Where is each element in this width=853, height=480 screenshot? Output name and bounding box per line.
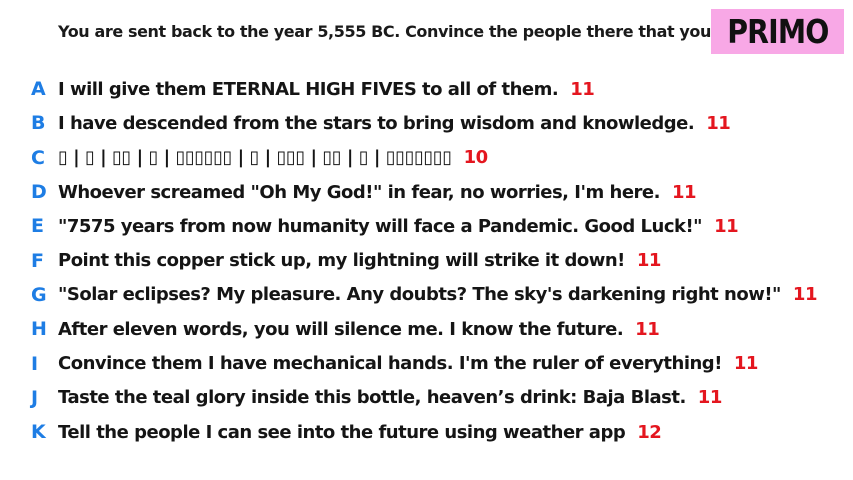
answer-row-d: D Whoever screamed "Oh My God!" in fear,…	[0, 175, 853, 209]
answer-letter: A	[31, 78, 46, 101]
word-count: 12	[637, 421, 662, 443]
answer-row-i: I Convince them I have mechanical hands.…	[0, 346, 853, 380]
answer-letter: K	[31, 421, 46, 444]
answer-letter: C	[31, 146, 45, 169]
word-count: 10	[463, 147, 489, 169]
word-count: 11	[635, 318, 660, 340]
answer-row-g: G "Solar eclipses? My pleasure. Any doub…	[0, 278, 853, 312]
answer-text: Whoever screamed "Oh My God!" in fear, n…	[58, 181, 697, 203]
word-count: 11	[570, 78, 595, 100]
answer-letter: D	[31, 181, 47, 204]
word-count: 11	[714, 215, 739, 237]
answer-text: Point this copper stick up, my lightning…	[58, 250, 662, 272]
word-count: 11	[733, 353, 759, 375]
answer-row-a: A I will give them ETERNAL HIGH FIVES to…	[0, 72, 853, 106]
answer-row-b: B I have descended from the stars to bri…	[0, 106, 853, 140]
word-count: 11	[706, 112, 731, 134]
answer-row-k: K Tell the people I can see into the fut…	[0, 415, 853, 449]
answer-text: Tell the people I can see into the futur…	[58, 421, 662, 443]
answer-text: ▯ | ▯ | ▯▯ | ▯ | ▯▯▯▯▯▯ | ▯ | ▯▯▯ | ▯▯ |…	[58, 147, 489, 169]
primo-badge: PRIMO	[711, 9, 844, 54]
answer-row-e: E "7575 years from now humanity will fac…	[0, 209, 853, 243]
word-count: 11	[636, 250, 662, 272]
answer-text: I have descended from the stars to bring…	[58, 112, 731, 134]
answer-row-h: H After eleven words, you will silence m…	[0, 312, 853, 346]
answer-text: Convince them I have mechanical hands. I…	[58, 353, 759, 375]
answer-text: After eleven words, you will silence me.…	[58, 318, 660, 340]
answer-letter: I	[31, 352, 39, 375]
answer-letter: H	[31, 318, 47, 341]
answer-text: Taste the teal glory inside this bottle,…	[58, 387, 723, 409]
answer-letter: G	[31, 283, 47, 306]
word-count: 11	[671, 181, 697, 203]
answer-text: "Solar eclipses? My pleasure. Any doubts…	[58, 284, 818, 306]
answer-text: I will give them ETERNAL HIGH FIVES to a…	[58, 78, 595, 100]
answer-letter: B	[31, 112, 46, 135]
answer-row-c: C ▯ | ▯ | ▯▯ | ▯ | ▯▯▯▯▯▯ | ▯ | ▯▯▯ | ▯▯…	[0, 141, 853, 175]
answer-list: A I will give them ETERNAL HIGH FIVES to…	[0, 72, 853, 449]
word-count: 11	[792, 284, 818, 306]
word-count: 11	[697, 387, 723, 409]
prompt-text: You are sent back to the year 5,555 BC. …	[58, 22, 793, 41]
answer-letter: F	[31, 249, 44, 272]
answer-row-j: J Taste the teal glory inside this bottl…	[0, 381, 853, 415]
answer-text: "7575 years from now humanity will face …	[58, 215, 739, 237]
answer-row-f: F Point this copper stick up, my lightni…	[0, 243, 853, 277]
badge-label: PRIMO	[726, 12, 829, 51]
answer-letter: J	[31, 386, 39, 409]
answer-letter: E	[31, 215, 44, 238]
